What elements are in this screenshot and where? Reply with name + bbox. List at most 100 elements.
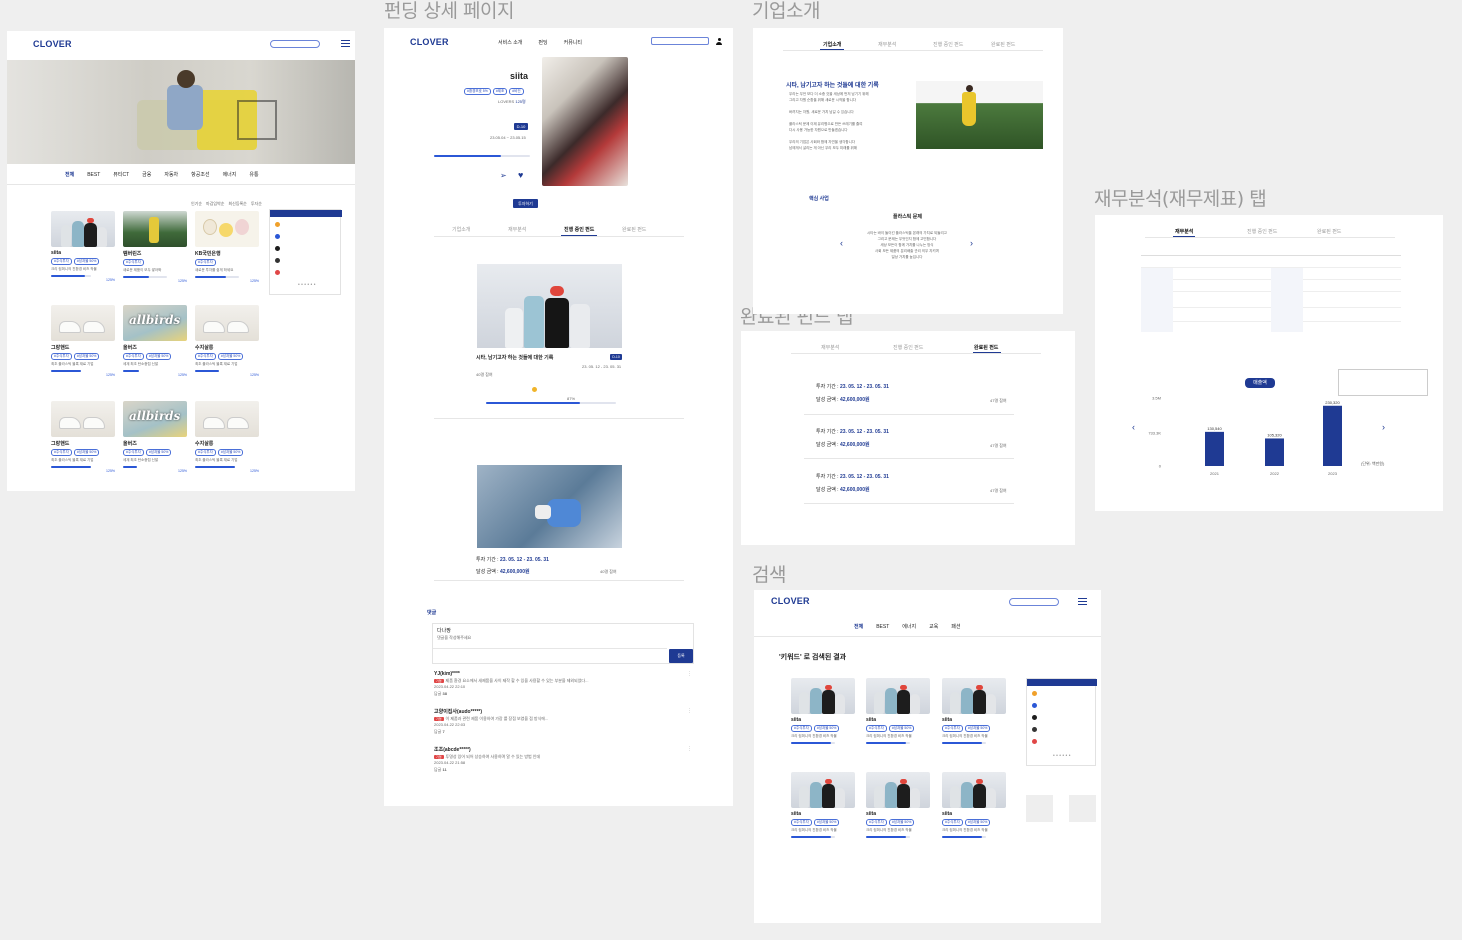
product-name: 그랑핸드: [51, 441, 70, 447]
user-icon[interactable]: [716, 38, 722, 45]
tab-finance[interactable]: 재무분석: [821, 344, 839, 351]
tab-ongoing[interactable]: 진행 중인 펀드: [893, 344, 923, 351]
product-card[interactable]: KB국민은행 #주식투자 새로운 투자를 쉽게 하세요 125%: [195, 211, 259, 283]
chart-ytick: 0: [1159, 464, 1162, 469]
product-name: 그랑핸드: [51, 345, 70, 351]
category-car[interactable]: 자동차: [164, 172, 178, 178]
search-result-title: '키워드' 로 검색된 결과: [779, 654, 847, 661]
product-percent: 125%: [106, 278, 115, 282]
tab-company[interactable]: 기업소개: [823, 41, 841, 48]
section-title-finance: 재무분석(재무제표) 탭: [1094, 188, 1267, 210]
tab-ongoing[interactable]: 진행 중인 펀드: [564, 226, 594, 233]
product-card[interactable]: 템버린즈 #주식투자 새로운 제품이 모두 쌓아봐 125%: [123, 211, 187, 283]
tab-company[interactable]: 기업소개: [452, 226, 470, 233]
heart-icon[interactable]: ♥: [518, 170, 523, 180]
tab-finance[interactable]: 재무분석: [508, 226, 526, 233]
tab-finance[interactable]: 재무분석: [878, 41, 896, 48]
category-all[interactable]: 전체: [65, 172, 74, 178]
tab-completed[interactable]: 완료된 펀드: [1317, 228, 1341, 235]
product-name: siita: [791, 811, 802, 817]
category-energy[interactable]: 에너지: [902, 624, 916, 630]
comment-submit-button[interactable]: 등록: [669, 649, 693, 663]
logo[interactable]: CLOVER: [771, 596, 810, 606]
sort-newest[interactable]: 최신등록순: [228, 201, 246, 206]
product-name: 수지살롱: [195, 345, 214, 351]
product-name: siita: [791, 717, 802, 723]
fund-date: 23. 05. 12 - 23. 05. 31: [582, 364, 622, 369]
product-card[interactable]: 그랑핸드 #주식투자 #성과물 50% 최초 플라스틱 블록 재료 기업 125%: [51, 401, 115, 473]
tab-ongoing[interactable]: 진행 중인 펀드: [1247, 228, 1277, 235]
product-card[interactable]: siita #주식투자 #성과물 50% 크리 컴퍼니의 친환경 비즈 작물 12…: [51, 211, 115, 282]
chart-bar[interactable]: [1265, 438, 1284, 466]
chart-value-label: 230,320: [1325, 400, 1340, 405]
category-ship[interactable]: 항공조선: [191, 172, 209, 178]
product-name: siita: [51, 250, 62, 256]
product-card[interactable]: siita #주식투자 #성과물 50% 크리 컴퍼니의 친환경 비즈 작물: [791, 772, 855, 838]
product-card[interactable]: 수지살롱 #주식투자 #성과물 50% 최초 플라스틱 블록 재료 기업 125%: [195, 305, 259, 377]
chart-bar[interactable]: [1323, 405, 1342, 466]
chart-prev-icon[interactable]: ‹: [1132, 422, 1135, 432]
carousel-prev-icon[interactable]: ‹: [840, 238, 843, 248]
menu-icon[interactable]: [341, 40, 350, 47]
completed-fund-row[interactable]: 투자 기간 : 23. 05. 12 - 23. 05. 31 달성 금액 : …: [816, 473, 889, 493]
search-input[interactable]: [1009, 598, 1059, 606]
product-card[interactable]: siita #주식투자 #성과물 50% 크리 컴퍼니의 친환경 비즈 작물: [942, 678, 1006, 744]
category-best[interactable]: BEST: [876, 624, 889, 630]
hero-banner: [7, 60, 355, 164]
logo[interactable]: CLOVER: [33, 39, 72, 49]
comment-item: 고양이집사(audo*****) 기업 이 제품과 관련 제품 이용하여 가장 를…: [434, 708, 692, 734]
fund-period: 투자 기간 : 23. 05. 12 - 23. 05. 31: [476, 557, 549, 563]
comment-input[interactable]: 댓글을 작성해주세요: [437, 635, 471, 641]
company-image: [542, 57, 628, 186]
completed-fund-row[interactable]: 투자 기간 : 23. 05. 12 - 23. 05. 31 달성 금액 : …: [816, 383, 889, 403]
product-image: allbirds: [123, 305, 187, 341]
tab-completed[interactable]: 완료된 펀드: [991, 41, 1015, 48]
chart-next-icon[interactable]: ›: [1382, 422, 1385, 432]
search-input[interactable]: [651, 37, 709, 45]
product-image: allbirds: [123, 401, 187, 437]
product-card[interactable]: siita #주식투자 #성과물 50% 크리 컴퍼니의 친환경 비즈 작물: [866, 678, 930, 744]
product-name: 올버즈: [123, 345, 137, 351]
sort-popular[interactable]: 인기순: [191, 201, 202, 206]
product-card[interactable]: siita #주식투자 #성과물 50% 크리 컴퍼니의 친환경 비즈 작물: [866, 772, 930, 838]
product-image: [942, 772, 1006, 808]
product-card[interactable]: allbirds 올버즈 #주식투자 #성과물 50% 세계 최초 탄소중립 신발…: [123, 305, 187, 377]
chart-bar[interactable]: [1205, 431, 1224, 466]
tab-completed[interactable]: 완료된 펀드: [974, 344, 998, 351]
product-card[interactable]: allbirds 올버즈 #주식투자 #성과물 50% 세계 최초 탄소중립 신발…: [123, 401, 187, 473]
invest-button[interactable]: 투자하기: [513, 199, 538, 208]
sort-deadline[interactable]: 마감임박순: [206, 201, 224, 206]
tab-finance[interactable]: 재무분석: [1175, 228, 1193, 235]
category-energy[interactable]: 에너지: [223, 172, 237, 178]
product-card[interactable]: siita #주식투자 #성과물 50% 크리 컴퍼니의 친환경 비즈 작물: [791, 678, 855, 744]
carousel-next-icon[interactable]: ›: [970, 238, 973, 248]
product-percent: 125%: [106, 469, 115, 473]
product-card[interactable]: 수지살롱 #주식투자 #성과물 50% 최초 플라스틱 블록 재료 기업 125%: [195, 401, 259, 473]
share-icon[interactable]: ➢: [500, 171, 507, 180]
search-input[interactable]: [270, 40, 320, 48]
category-retail[interactable]: 유통: [249, 172, 258, 178]
sort-invest[interactable]: 투자순: [251, 201, 262, 206]
logo[interactable]: CLOVER: [410, 37, 449, 47]
menu-icon[interactable]: [1078, 598, 1087, 605]
nav-community[interactable]: 커뮤니티: [564, 40, 582, 46]
tab-completed[interactable]: 완료된 펀드: [622, 226, 646, 233]
product-percent: 125%: [250, 373, 259, 377]
product-card[interactable]: siita #주식투자 #성과물 50% 크리 컴퍼니의 친환경 비즈 작물: [942, 772, 1006, 838]
category-best[interactable]: BEST: [87, 172, 100, 178]
category-education[interactable]: 교육: [929, 624, 938, 630]
nav-service[interactable]: 서비스 소개: [498, 40, 522, 46]
tab-ongoing[interactable]: 진행 중인 펀드: [933, 41, 963, 48]
product-name: siita: [942, 717, 953, 723]
completed-fund-row[interactable]: 투자 기간 : 23. 05. 12 - 23. 05. 31 달성 금액 : …: [816, 428, 889, 448]
product-card[interactable]: 그랑핸드 #주식투자 #성과물 50% 최초 플라스틱 블록 재료 기업 125%: [51, 305, 115, 377]
completed-fund-count: 47명 참여: [990, 398, 1007, 403]
category-beauty[interactable]: 뷰티CT: [113, 172, 129, 178]
chart-category-label: 2022: [1270, 471, 1280, 476]
category-fashion[interactable]: 패션: [951, 624, 960, 630]
category-finance[interactable]: 금융: [142, 172, 151, 178]
chart-unit: (단위: 백만원): [1361, 461, 1385, 466]
category-all[interactable]: 전체: [854, 624, 863, 630]
revenue-chart: 3.5M 733.3K 0 130,540 2021 105,320 2022 230,320…: [1148, 396, 1342, 476]
nav-funding[interactable]: 펀딩: [538, 40, 547, 46]
